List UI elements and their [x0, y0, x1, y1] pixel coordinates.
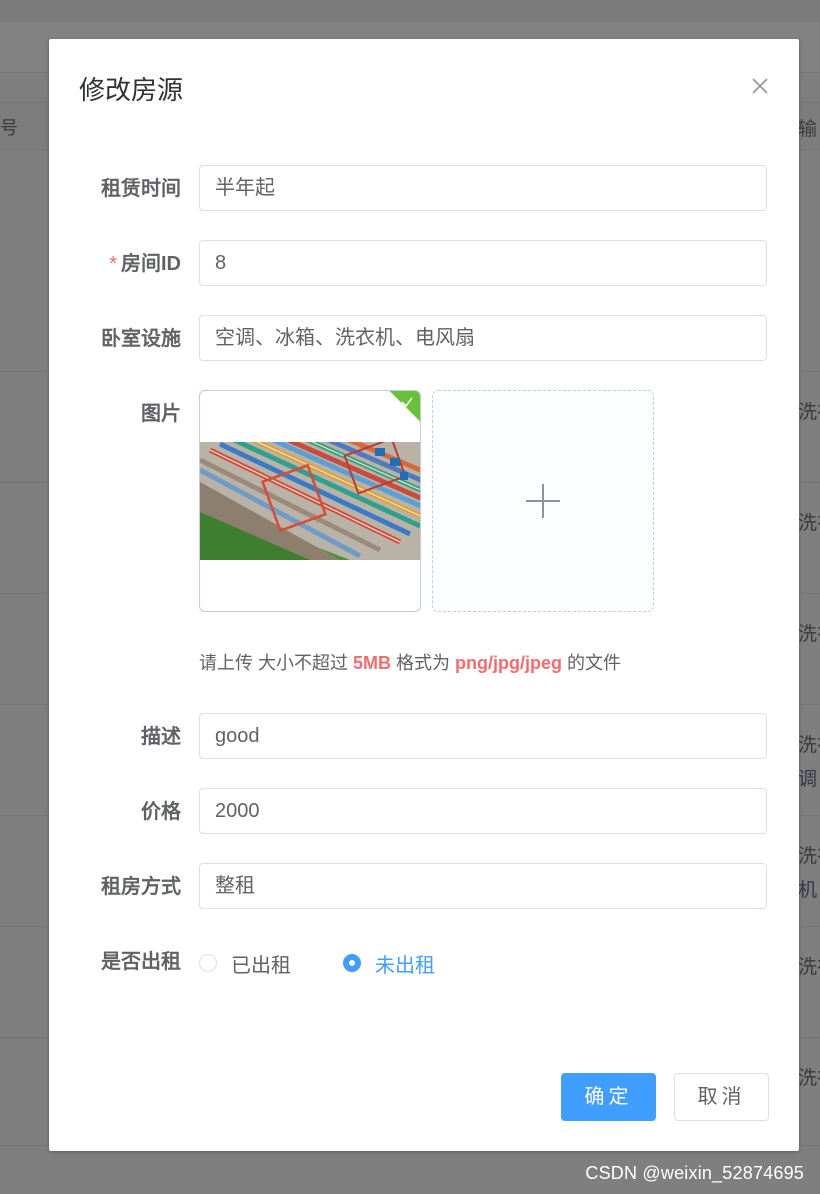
- upload-tip-suffix: 的文件: [562, 653, 622, 673]
- price-label: 价格: [141, 801, 181, 823]
- watermark-text: CSDN @weixin_52874695: [585, 1163, 804, 1183]
- radio-not-rented[interactable]: 未出租: [343, 952, 435, 977]
- description-input[interactable]: good: [199, 713, 767, 759]
- background-cell-text: 洗衣: [798, 1068, 820, 1089]
- dialog-title: 修改房源: [79, 75, 184, 105]
- cancel-button[interactable]: 取消: [674, 1073, 769, 1121]
- close-icon[interactable]: [749, 75, 771, 97]
- upload-tip-middle: 格式为: [391, 653, 456, 673]
- facilities-input[interactable]: 空调、冰箱、洗衣机、电风扇: [199, 315, 767, 361]
- room-id-label: * 房间ID: [49, 240, 181, 288]
- radio-not-rented-label: 未出租: [375, 954, 435, 977]
- confirm-button[interactable]: 确定: [561, 1073, 656, 1121]
- room-id-label-text: 房间ID: [121, 253, 181, 275]
- lease-time-label: 租赁时间: [101, 178, 181, 200]
- background-topbar: [0, 0, 820, 22]
- upload-tip-size: 5MB: [353, 653, 392, 673]
- check-icon: [401, 397, 413, 408]
- radio-circle-selected[interactable]: [343, 954, 361, 972]
- upload-tip-prefix: 请上传 大小不超过: [199, 653, 354, 673]
- radio-rented-label: 已出租: [231, 954, 291, 977]
- background-header-left-text: 号: [0, 118, 18, 138]
- background-cell-text: 洗衣: [798, 957, 820, 978]
- description-label: 描述: [141, 726, 181, 748]
- radio-rented[interactable]: 已出租: [199, 952, 291, 977]
- background-cell-secondary-text: 调: [798, 769, 818, 790]
- image-label: 图片: [141, 403, 181, 425]
- background-cell-text: 洗衣: [798, 402, 820, 423]
- price-input[interactable]: 2000: [199, 788, 767, 834]
- upload-add-button[interactable]: [432, 390, 654, 612]
- container-port-thumbnail: [200, 442, 420, 560]
- rent-type-label: 租房方式: [101, 876, 181, 898]
- background-cell-text: 洗衣: [798, 513, 820, 534]
- required-asterisk: *: [109, 253, 117, 275]
- edit-listing-dialog: 修改房源 租赁时间 半年起 * 房间ID 8 卧室设施 空调、冰箱、洗衣机、电风扇…: [49, 39, 799, 1151]
- facilities-label: 卧室设施: [101, 328, 181, 350]
- upload-tip: 请上传 大小不超过 5MB 格式为 png/jpg/jpeg 的文件: [199, 649, 621, 675]
- background-cell-secondary-text: 机: [798, 880, 818, 901]
- background-header-right-text: 输: [798, 119, 818, 140]
- rent-type-input[interactable]: 整租: [199, 863, 767, 909]
- room-id-input[interactable]: 8: [199, 240, 767, 286]
- background-cell-text: 洗衣: [798, 624, 820, 645]
- background-cell-text: 洗衣: [798, 735, 820, 756]
- background-cell-text: 洗衣: [798, 846, 820, 867]
- plus-icon: [526, 484, 560, 518]
- upload-tip-formats: png/jpg/jpeg: [455, 653, 563, 673]
- lease-time-input[interactable]: 半年起: [199, 165, 767, 211]
- radio-circle[interactable]: [199, 954, 217, 972]
- uploaded-image-card[interactable]: [199, 390, 421, 612]
- rented-label: 是否出租: [101, 951, 181, 973]
